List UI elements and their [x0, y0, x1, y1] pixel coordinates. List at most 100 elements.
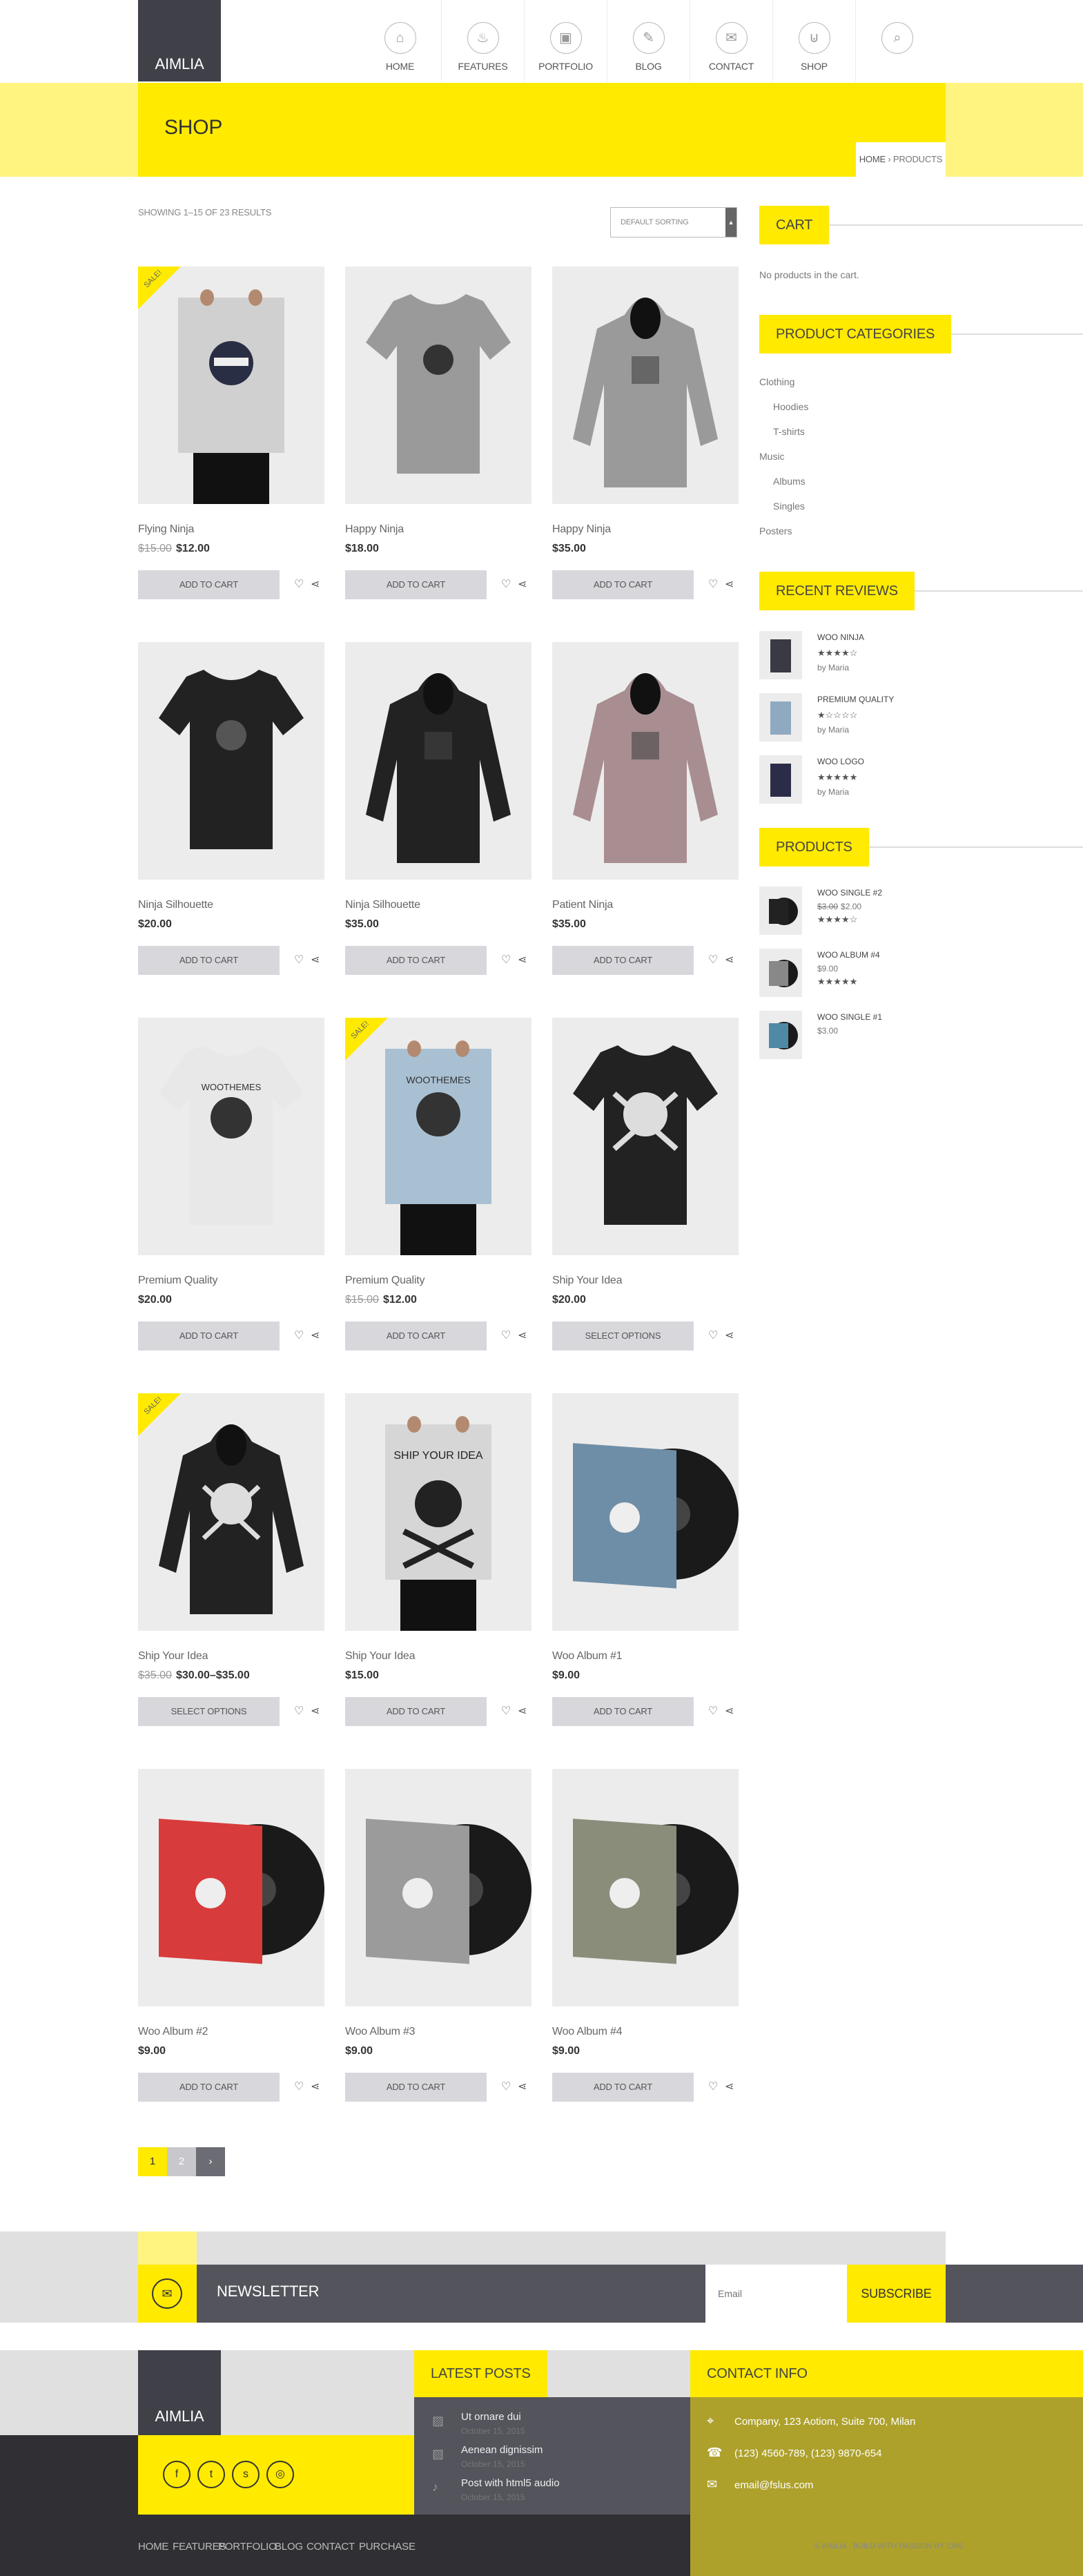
share-icon[interactable]: ⋖	[311, 2080, 320, 2093]
add-to-cart-button[interactable]: ADD TO CART	[138, 1321, 280, 1350]
add-to-cart-button[interactable]: ADD TO CART	[552, 570, 694, 599]
footer-nav-portfolio[interactable]: PORTFOLIO	[218, 2541, 277, 2553]
share-icon[interactable]: ⋖	[725, 2080, 734, 2093]
share-icon[interactable]: ⋖	[725, 577, 734, 591]
category-link[interactable]: Posters	[759, 525, 792, 536]
category-link[interactable]: Albums	[773, 476, 806, 487]
product-image[interactable]	[552, 267, 739, 504]
product-widget-thumbnail[interactable]	[759, 887, 802, 935]
heart-icon[interactable]: ♡	[294, 577, 304, 591]
newsletter-email-input[interactable]	[705, 2265, 847, 2323]
product-name[interactable]: Happy Ninja	[552, 523, 611, 536]
latest-post-title[interactable]: Aenean dignissim	[461, 2444, 543, 2456]
add-to-cart-button[interactable]: ADD TO CART	[552, 2073, 694, 2102]
product-image[interactable]	[345, 642, 531, 880]
nav-portfolio[interactable]: ▣ PORTFOLIO	[525, 0, 607, 81]
sort-select[interactable]: DEFAULT SORTING ▲	[610, 207, 737, 238]
heart-icon[interactable]: ♡	[708, 1704, 718, 1718]
product-name[interactable]: Woo Album #3	[345, 2026, 416, 2038]
product-name[interactable]: Woo Album #2	[138, 2026, 208, 2038]
nav-shop[interactable]: ⊍ SHOP	[773, 0, 856, 81]
share-icon[interactable]: ⋖	[518, 2080, 527, 2093]
nav-contact[interactable]: ✉ CONTACT	[690, 0, 773, 81]
review-thumbnail[interactable]	[759, 755, 802, 804]
latest-post-title[interactable]: Post with html5 audio	[461, 2477, 560, 2489]
heart-icon[interactable]: ♡	[501, 2080, 511, 2093]
page-2[interactable]: 2	[167, 2147, 196, 2176]
share-icon[interactable]: ⋖	[518, 1704, 527, 1718]
add-to-cart-button[interactable]: ADD TO CART	[138, 2073, 280, 2102]
site-logo[interactable]: AIMLIA	[138, 0, 221, 81]
product-name[interactable]: Happy Ninja	[345, 523, 404, 536]
add-to-cart-button[interactable]: ADD TO CART	[345, 946, 487, 975]
category-link[interactable]: T-shirts	[773, 426, 805, 437]
review-title[interactable]: PREMIUM QUALITY	[817, 695, 894, 704]
review-title[interactable]: WOO NINJA	[817, 632, 864, 642]
page-1[interactable]: 1	[138, 2147, 167, 2176]
heart-icon[interactable]: ♡	[501, 1328, 511, 1342]
product-name[interactable]: Woo Album #4	[552, 2026, 623, 2038]
add-to-cart-button[interactable]: ADD TO CART	[345, 1321, 487, 1350]
add-to-cart-button[interactable]: ADD TO CART	[345, 1697, 487, 1726]
review-title[interactable]: WOO LOGO	[817, 757, 864, 766]
review-thumbnail[interactable]	[759, 631, 802, 679]
next-page-button[interactable]: ›	[196, 2147, 225, 2176]
product-image[interactable]	[345, 267, 531, 504]
category-link[interactable]: Music	[759, 451, 785, 462]
product-name[interactable]: Ship Your Idea	[345, 1650, 415, 1663]
heart-icon[interactable]: ♡	[294, 1328, 304, 1342]
add-to-cart-button[interactable]: ADD TO CART	[552, 1697, 694, 1726]
product-name[interactable]: Ship Your Idea	[138, 1650, 208, 1663]
product-image[interactable]: SHIP YOUR IDEA	[345, 1393, 531, 1631]
footer-nav-home[interactable]: HOME	[138, 2541, 168, 2553]
instagram-icon[interactable]: ◎	[266, 2461, 294, 2488]
nav-home[interactable]: ⌂ HOME	[359, 0, 442, 81]
product-image[interactable]	[138, 1769, 324, 2006]
subscribe-button[interactable]: SUBSCRIBE	[847, 2265, 946, 2323]
product-widget-title[interactable]: WOO SINGLE #2	[817, 888, 882, 898]
product-image[interactable]	[552, 1018, 739, 1255]
product-image[interactable]	[138, 642, 324, 880]
share-icon[interactable]: ⋖	[311, 1328, 320, 1342]
heart-icon[interactable]: ♡	[501, 1704, 511, 1718]
product-name[interactable]: Ship Your Idea	[552, 1275, 622, 1287]
footer-nav-purchase[interactable]: PURCHASE	[359, 2541, 416, 2553]
product-name[interactable]: Patient Ninja	[552, 899, 613, 911]
nav-blog[interactable]: ✎ BLOG	[607, 0, 690, 81]
product-widget-thumbnail[interactable]	[759, 1011, 802, 1059]
breadcrumb-home[interactable]: HOME	[859, 154, 886, 164]
select-options-button[interactable]: SELECT OPTIONS	[138, 1697, 280, 1726]
latest-post-title[interactable]: Ut ornare dui	[461, 2411, 521, 2423]
product-image[interactable]	[345, 1769, 531, 2006]
add-to-cart-button[interactable]: ADD TO CART	[345, 570, 487, 599]
heart-icon[interactable]: ♡	[501, 577, 511, 591]
product-widget-thumbnail[interactable]	[759, 949, 802, 997]
product-image[interactable]	[552, 1393, 739, 1631]
heart-icon[interactable]: ♡	[708, 577, 718, 591]
heart-icon[interactable]: ♡	[294, 2080, 304, 2093]
product-name[interactable]: Premium Quality	[138, 1275, 217, 1287]
product-widget-title[interactable]: WOO ALBUM #4	[817, 950, 880, 960]
add-to-cart-button[interactable]: ADD TO CART	[138, 570, 280, 599]
twitter-icon[interactable]: t	[197, 2461, 225, 2488]
select-options-button[interactable]: SELECT OPTIONS	[552, 1321, 694, 1350]
nav-features[interactable]: ♨ FEATURES	[442, 0, 525, 81]
share-icon[interactable]: ⋖	[518, 1328, 527, 1342]
product-name[interactable]: Ninja Silhouette	[138, 899, 213, 911]
product-name[interactable]: Woo Album #1	[552, 1650, 623, 1663]
product-image[interactable]	[552, 642, 739, 880]
heart-icon[interactable]: ♡	[708, 2080, 718, 2093]
product-widget-title[interactable]: WOO SINGLE #1	[817, 1012, 882, 1022]
product-image[interactable]: WOOTHEMES	[138, 1018, 324, 1255]
share-icon[interactable]: ⋖	[311, 1704, 320, 1718]
category-link[interactable]: Hoodies	[773, 401, 808, 412]
product-name[interactable]: Flying Ninja	[138, 523, 194, 536]
add-to-cart-button[interactable]: ADD TO CART	[345, 2073, 487, 2102]
heart-icon[interactable]: ♡	[501, 953, 511, 967]
share-icon[interactable]: ⋖	[518, 953, 527, 967]
latest-post-item[interactable]: ▨ Ut ornare dui October 15, 2015	[414, 2407, 690, 2440]
category-link[interactable]: Clothing	[759, 376, 794, 387]
footer-logo[interactable]: AIMLIA	[138, 2350, 221, 2435]
skype-icon[interactable]: s	[232, 2461, 260, 2488]
share-icon[interactable]: ⋖	[311, 953, 320, 967]
